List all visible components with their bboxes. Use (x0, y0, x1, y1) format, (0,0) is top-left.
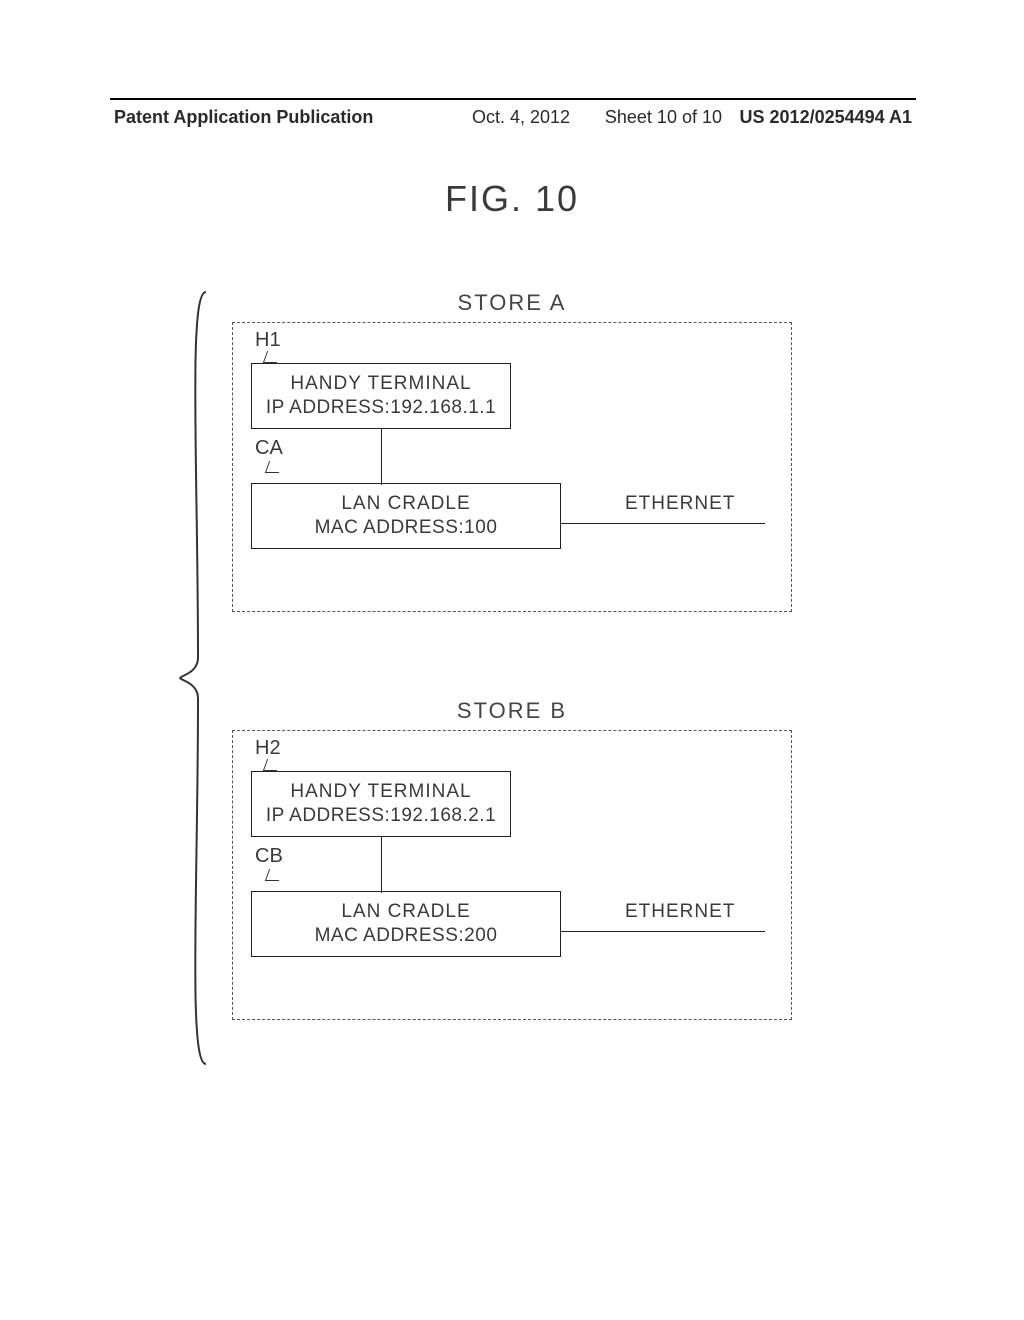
lan-cradle-box-a: LAN CRADLE MAC ADDRESS:100 (251, 483, 561, 549)
terminal-ref-tick-b (263, 759, 281, 771)
cradle-ref-b: CB (255, 845, 283, 868)
terminal-cradle-connector-a (381, 429, 382, 485)
store-b-frame: H2 HANDY TERMINAL IP ADDRESS:192.168.2.1… (232, 730, 792, 1020)
ethernet-connector-a (561, 523, 765, 524)
publication-date: Oct. 4, 2012 (472, 107, 570, 128)
terminal-ip-a: IP ADDRESS:192.168.1.1 (252, 397, 510, 419)
figure-title: FIG. 10 (0, 178, 1024, 220)
ethernet-connector-b (561, 931, 765, 932)
cradle-ref-tick-a (265, 461, 283, 473)
store-b-title: STORE B (232, 698, 792, 724)
cradle-name-a: LAN CRADLE (252, 493, 560, 515)
publication-label: Patent Application Publication (114, 107, 373, 128)
cradle-name-b: LAN CRADLE (252, 901, 560, 923)
curly-brace-icon (178, 288, 208, 1068)
terminal-ref-tick-a (263, 351, 281, 363)
terminal-ip-b: IP ADDRESS:192.168.2.1 (252, 805, 510, 827)
cradle-ref-a: CA (255, 437, 283, 460)
cradle-mac-b: MAC ADDRESS:200 (252, 925, 560, 947)
store-a: STORE A H1 HANDY TERMINAL IP ADDRESS:192… (232, 290, 792, 612)
publication-number: US 2012/0254494 A1 (740, 107, 912, 128)
lan-cradle-box-b: LAN CRADLE MAC ADDRESS:200 (251, 891, 561, 957)
cradle-ref-tick-b (265, 869, 283, 881)
handy-terminal-box-a: HANDY TERMINAL IP ADDRESS:192.168.1.1 (251, 363, 511, 429)
store-a-frame: H1 HANDY TERMINAL IP ADDRESS:192.168.1.1… (232, 322, 792, 612)
cradle-mac-a: MAC ADDRESS:100 (252, 517, 560, 539)
sheet-number: Sheet 10 of 10 (605, 107, 722, 128)
terminal-cradle-connector-b (381, 837, 382, 893)
terminal-ref-a: H1 (255, 329, 281, 352)
terminal-name-a: HANDY TERMINAL (252, 373, 510, 395)
handy-terminal-box-b: HANDY TERMINAL IP ADDRESS:192.168.2.1 (251, 771, 511, 837)
terminal-name-b: HANDY TERMINAL (252, 781, 510, 803)
store-b: STORE B H2 HANDY TERMINAL IP ADDRESS:192… (232, 698, 792, 1020)
ethernet-label-a: ETHERNET (625, 493, 735, 515)
terminal-ref-b: H2 (255, 737, 281, 760)
header-rule (110, 98, 916, 100)
ethernet-label-b: ETHERNET (625, 901, 735, 923)
store-a-title: STORE A (232, 290, 792, 316)
